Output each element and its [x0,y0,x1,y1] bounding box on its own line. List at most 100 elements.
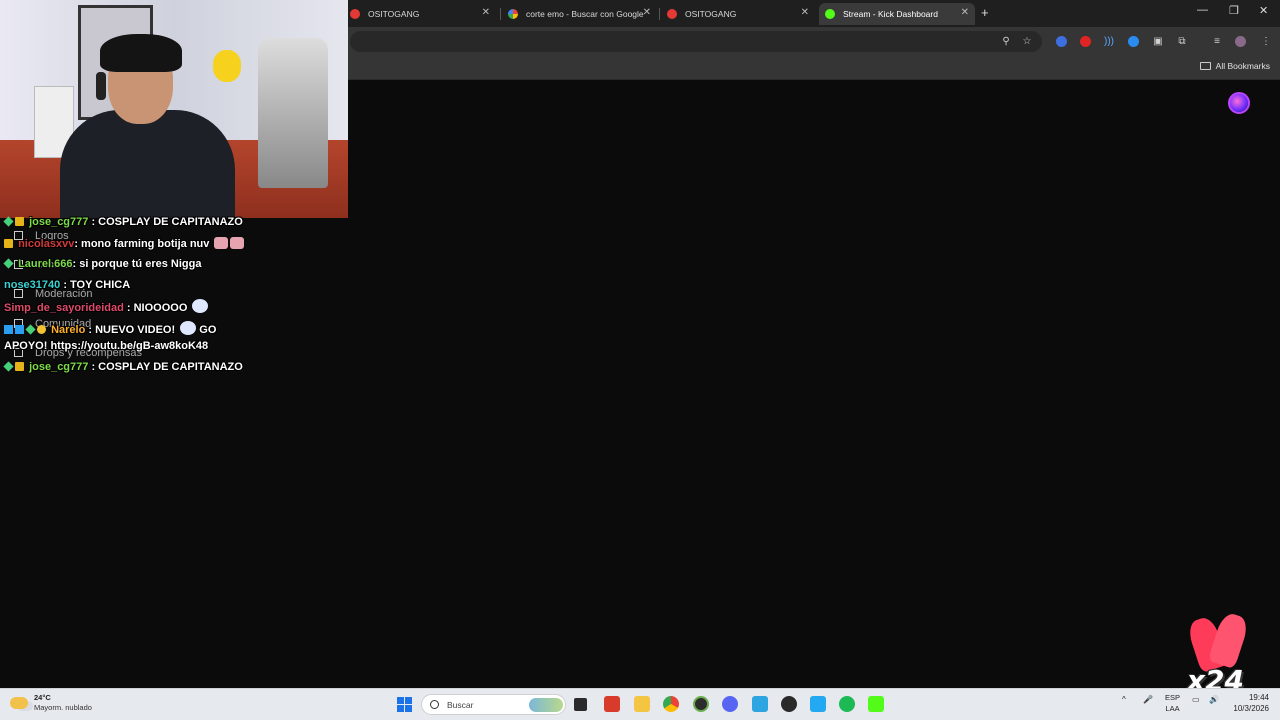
tab-google-search[interactable]: corte emo - Buscar con Google ✕ [502,3,657,25]
clock-time: 19:44 [1248,693,1269,702]
extension-box-icon[interactable]: ▣ [1151,34,1165,48]
start-button[interactable] [397,697,412,712]
minimize-button[interactable]: — [1197,4,1208,16]
media-control-icon[interactable]: ≡ [1210,34,1224,48]
diamond-badge-icon [3,258,14,269]
obs-icon[interactable] [781,696,797,712]
app-red-icon[interactable] [604,696,620,712]
extension-red-icon[interactable] [1080,36,1091,47]
close-icon[interactable]: ✕ [482,7,490,18]
tab-ositogang-1[interactable]: OSITOGANG ✕ [344,3,496,25]
tab-divider [500,8,501,20]
bookmark-star-icon[interactable]: ☆ [1020,34,1034,48]
weather-temp: 24°C [34,693,51,702]
chat-text: : COSPLAY DE CAPITANAZO [88,361,243,373]
all-bookmarks-label: All Bookmarks [1215,61,1270,71]
chat-text: : NUEVO VIDEO! [85,324,176,336]
chat-message: Narelo : NUEVO VIDEO! GO [4,321,216,336]
microphone-icon[interactable]: 🎤 [1143,695,1153,704]
new-tab-button[interactable]: + [981,5,989,20]
crown-badge-icon [15,362,24,371]
extension-blue-icon[interactable] [1056,36,1067,47]
file-explorer-icon[interactable] [634,696,650,712]
webcam-streamer-body [60,110,235,218]
chat-text: : mono farming botija nuv [74,238,210,250]
tab-label: OSITOGANG [368,9,420,19]
tray-chevron-icon[interactable]: ^ [1122,695,1126,704]
all-bookmarks-button[interactable]: All Bookmarks [1199,61,1270,71]
chat-username: jose_cg777 [29,361,89,373]
tab-ositogang-2[interactable]: OSITOGANG ✕ [661,3,815,25]
close-window-button[interactable]: ✕ [1259,4,1268,17]
kick-app-icon[interactable] [868,696,884,712]
menu-dots-icon[interactable]: ⋮ [1259,34,1273,48]
extension-wave-icon[interactable]: ))) [1102,34,1116,48]
weather-widget[interactable]: 24°C Mayorm. nublado [10,693,92,713]
taskbar-search[interactable]: Buscar [421,694,566,715]
chat-message: nicolasxvv: mono farming botija nuv [4,237,245,250]
tab-label: OSITOGANG [685,9,737,19]
tab-label: corte emo - Buscar con Google [526,9,644,19]
chat-message: jose_cg777 : COSPLAY DE CAPITANAZO [3,361,243,373]
maximize-button[interactable]: ❐ [1229,4,1239,17]
diamond-badge-icon [3,216,14,227]
chat-username: Narelo [51,324,86,336]
tab-label: Stream - Kick Dashboard [843,9,938,19]
kick-red-icon [350,9,360,19]
hand-right-icon [1207,610,1251,670]
extension-shield-icon[interactable] [1128,36,1139,47]
close-icon[interactable]: ✕ [643,7,651,18]
weather-desc: Mayorm. nublado [34,703,92,712]
system-clock[interactable]: 19:44 10/3/2026 [1233,692,1269,714]
chat-message: nose31740 : TOY CHICA [4,279,130,291]
volume-icon[interactable]: 🔊 [1209,695,1219,704]
partly-cloudy-icon [10,697,28,709]
webcam-headset [96,72,106,100]
chat-username: nose31740 [4,279,61,291]
monkey-emote-icon [230,237,245,249]
windows-logo-tile [397,697,404,704]
discord-icon[interactable] [722,696,738,712]
subscriber-badge-icon [15,325,24,334]
windows-logo-tile [397,705,404,712]
vscode-icon[interactable] [810,696,826,712]
chrome-icon[interactable] [663,696,679,712]
search-icon [430,700,439,709]
xbox-icon[interactable] [693,696,709,712]
windows-logo-tile [405,705,412,712]
search-placeholder: Buscar [447,699,474,710]
kick-icon [825,9,835,19]
task-view-icon[interactable] [574,698,587,711]
notepad-icon[interactable] [752,696,768,712]
skull-emote-icon [180,321,197,335]
chat-message-continuation: APOYO! https://youtu.be/gB-aw8koK48 [4,340,208,352]
monkey-emote-icon [214,237,229,249]
webcam-plush-toy [213,50,241,82]
spotify-icon[interactable] [839,696,855,712]
kick-red-icon [667,9,677,19]
chat-message: Laurel.666: si porque tú eres Nigga [3,258,202,270]
zoom-icon[interactable]: ⚲ [999,34,1013,48]
chat-username: nicolasxvv [18,238,75,250]
search-highlight-art [529,698,563,712]
chat-text: : si porque tú eres Nigga [72,258,202,270]
og-badge-icon [37,325,46,334]
close-icon[interactable]: ✕ [801,7,809,18]
weather-text: 24°C Mayorm. nublado [34,693,92,713]
profile-avatar-icon[interactable] [1235,36,1246,47]
chat-message: Simp_de_sayorideidad : NIOOOOO [4,299,209,314]
extensions-puzzle-icon[interactable]: ⧉ [1175,34,1189,48]
close-icon[interactable]: ✕ [961,7,969,18]
chat-text: APOYO! https://youtu.be/gB-aw8koK48 [4,340,209,352]
language-indicator[interactable]: ESP LAA [1165,692,1180,714]
chat-username: jose_cg777 [29,216,89,228]
cat-emote-icon [192,299,209,313]
diamond-badge-icon [25,324,36,335]
google-icon [508,9,518,19]
user-avatar[interactable] [1228,92,1250,114]
crown-badge-icon [15,217,24,226]
address-bar[interactable] [350,31,1042,52]
tab-kick-dashboard[interactable]: Stream - Kick Dashboard ✕ [819,3,975,25]
webcam-overlay [0,0,348,218]
network-icon[interactable]: ▭ [1192,695,1200,704]
